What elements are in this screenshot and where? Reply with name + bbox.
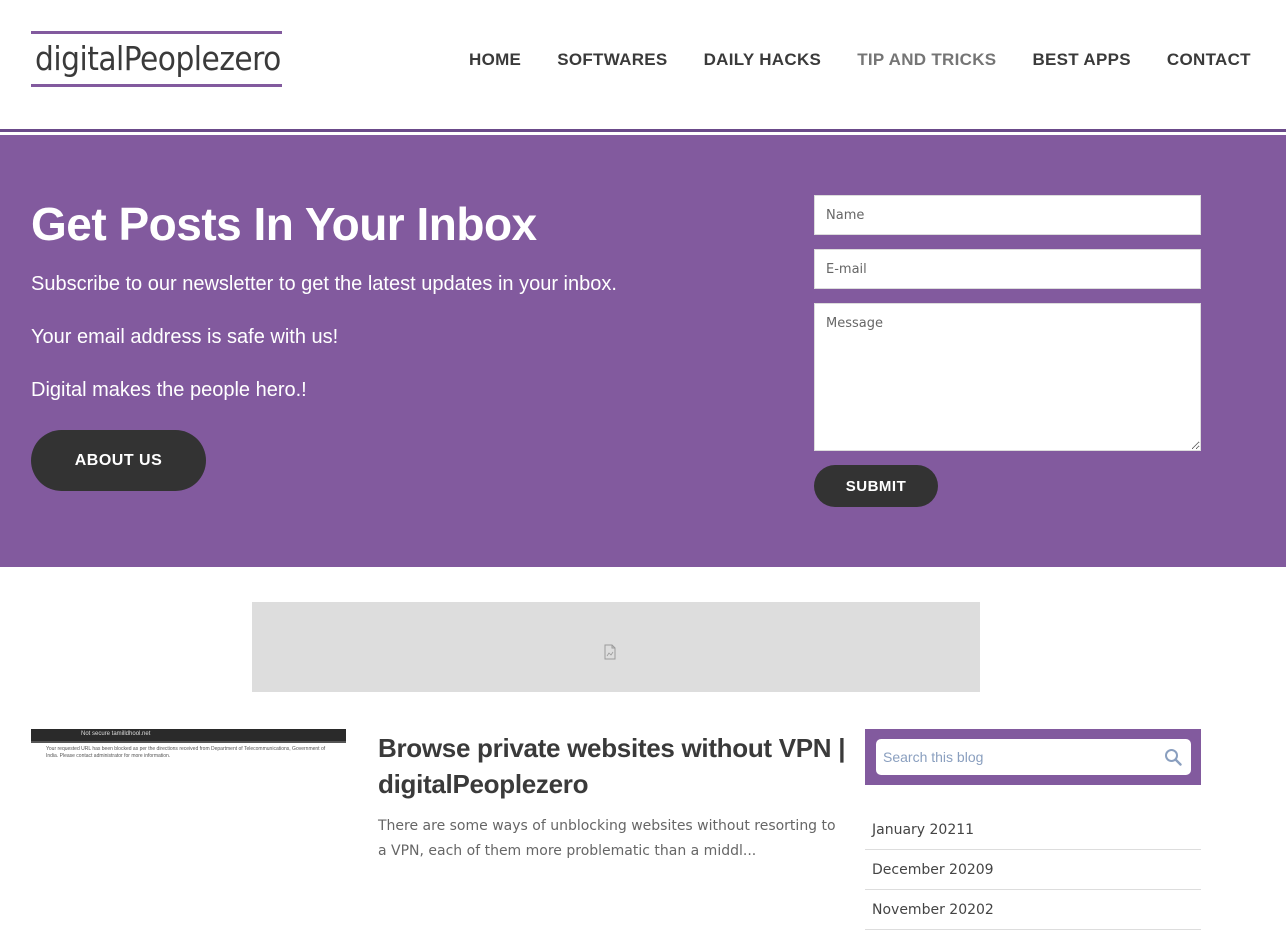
sidebar-search-widget — [865, 729, 1201, 785]
ad-banner[interactable] — [252, 602, 980, 692]
newsletter-subtitle: Subscribe to our newsletter to get the l… — [31, 273, 617, 295]
newsletter-safety-note: Your email address is safe with us! — [31, 326, 339, 348]
thumbnail-browser-bar: Not secure tamilldhool.net — [31, 729, 346, 741]
thumbnail-body-text: Your requested URL has been blocked as p… — [46, 746, 326, 759]
archive-item-december-2020[interactable]: December 20209 — [865, 850, 1201, 890]
newsletter-title: Get Posts In Your Inbox — [31, 198, 537, 250]
archive-item-november-2020[interactable]: November 20202 — [865, 890, 1201, 930]
thumbnail-url-text: Not secure tamilldhool.net — [81, 731, 151, 737]
search-icon[interactable] — [1164, 748, 1182, 766]
newsletter-tagline: Digital makes the people hero.! — [31, 379, 307, 401]
post-title[interactable]: Browse private websites without VPN | di… — [378, 730, 848, 802]
nav-item-tip-and-tricks[interactable]: TIP AND TRICKS — [857, 50, 996, 70]
submit-button[interactable]: SUBMIT — [814, 465, 938, 507]
nav-item-softwares[interactable]: SOFTWARES — [557, 50, 667, 70]
site-header: digitalPeoplezero HOME SOFTWARES DAILY H… — [0, 0, 1286, 132]
site-logo[interactable]: digitalPeoplezero — [31, 31, 282, 87]
nav-item-contact[interactable]: CONTACT — [1167, 50, 1251, 70]
thumbnail-divider — [31, 741, 346, 743]
post-thumbnail[interactable]: Not secure tamilldhool.net Your requeste… — [31, 729, 346, 769]
search-input[interactable] — [876, 739, 1191, 775]
post-excerpt: There are some ways of unblocking websit… — [378, 818, 836, 859]
nav-item-daily-hacks[interactable]: DAILY HACKS — [704, 50, 822, 70]
newsletter-section: Get Posts In Your Inbox Subscribe to our… — [0, 135, 1286, 567]
nav-item-home[interactable]: HOME — [469, 50, 521, 70]
blog-archive-list: January 20211 December 20209 November 20… — [865, 810, 1201, 930]
name-field[interactable] — [814, 195, 1201, 235]
about-us-button[interactable]: ABOUT US — [31, 430, 206, 491]
main-nav: HOME SOFTWARES DAILY HACKS TIP AND TRICK… — [469, 50, 1286, 70]
nav-item-best-apps[interactable]: BEST APPS — [1032, 50, 1130, 70]
broken-image-icon — [604, 644, 616, 660]
email-field[interactable] — [814, 249, 1201, 289]
message-field[interactable] — [814, 303, 1201, 451]
archive-item-january-2021[interactable]: January 20211 — [865, 810, 1201, 850]
